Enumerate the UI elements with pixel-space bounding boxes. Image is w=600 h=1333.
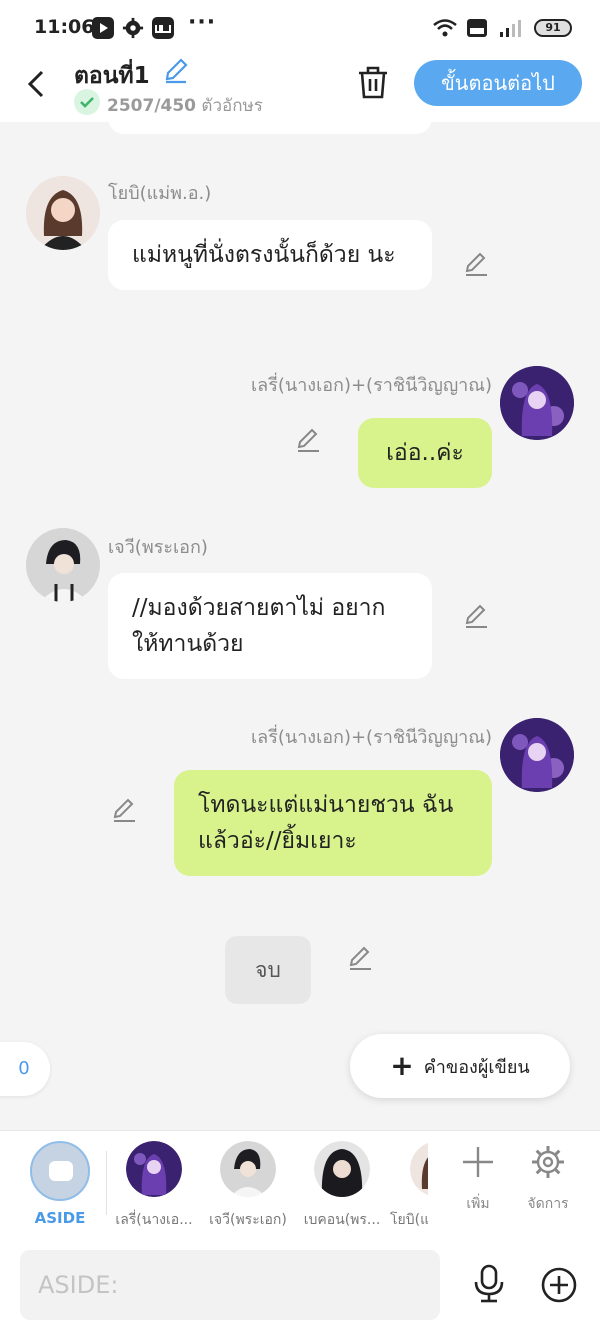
aside-label: ASIDE	[34, 1209, 86, 1227]
divider	[106, 1151, 107, 1215]
message-bubble[interactable]: โทดนะแต่แม่นายชวน ฉันแล้วอ่ะ//ยิ้มเยาะ	[174, 770, 492, 876]
avatar-leri[interactable]	[500, 366, 574, 440]
character-item-yobi[interactable]: โยบิ(แ	[390, 1141, 428, 1231]
next-step-button[interactable]: ขั้นตอนต่อไป	[414, 60, 582, 106]
signal-icon	[500, 20, 521, 37]
status-right-group: 91	[432, 18, 572, 38]
sender-name: เลรี่(นางเอก)+(ราชินีวิญญาณ)	[251, 727, 492, 748]
app-notification-icon	[152, 17, 174, 39]
character-avatar	[410, 1141, 428, 1197]
count-suffix: ตัวอักษร	[196, 96, 263, 116]
character-label: เลรี่(นางเอ...	[115, 1212, 193, 1228]
end-marker[interactable]: จบ	[225, 936, 311, 1004]
message-bubble[interactable]: //มองด้วยสายตาไม่ อยากให้ทานด้วย	[108, 573, 432, 679]
chat-area[interactable]: โยบิ(แม่พ.อ.) แม่หนูที่นั่งตรงนั้นก็ด้วย…	[0, 122, 600, 1130]
edit-message-pencil-icon[interactable]	[294, 426, 322, 454]
status-time: 11:06	[34, 16, 95, 38]
edit-end-pencil-icon[interactable]	[346, 944, 374, 972]
microphone-button[interactable]	[472, 1264, 506, 1304]
character-item-jevi[interactable]: เจวี(พระเอก)	[202, 1141, 294, 1231]
check-badge-icon	[74, 89, 100, 115]
sender-name: โยบิ(แม่พ.อ.)	[108, 183, 212, 204]
edit-title-pencil-icon[interactable]	[162, 56, 190, 84]
avatar-jevi[interactable]	[26, 528, 100, 602]
more-status-icon: ···	[188, 10, 217, 35]
message-bubble[interactable]: แม่หนูที่นั่งตรงนั้นก็ด้วย นะ	[108, 220, 432, 290]
microphone-icon	[474, 1264, 504, 1303]
gear-icon	[532, 1146, 564, 1178]
avatar-leri[interactable]	[500, 718, 574, 792]
character-avatar	[126, 1141, 182, 1197]
character-label: เบคอน(พร...	[303, 1212, 381, 1228]
edit-message-pencil-icon[interactable]	[110, 796, 138, 824]
side-count-chip[interactable]: 0	[0, 1042, 50, 1096]
character-avatar	[314, 1141, 370, 1197]
plus-icon: +	[390, 1049, 414, 1082]
character-item-bacon[interactable]: เบคอน(พร...	[296, 1141, 388, 1231]
delete-button[interactable]	[356, 64, 390, 100]
sender-name: เลรี่(นางเอก)+(ราชินีวิญญาณ)	[251, 375, 492, 396]
message-bubble[interactable]: เอ่อ..ค่ะ	[358, 418, 492, 488]
character-count: 2507/450 ตัวอักษร	[107, 92, 263, 119]
youtube-icon	[92, 17, 114, 39]
header: ตอนที่1 2507/450 ตัวอักษร ขั้นตอนต่อไป	[0, 56, 600, 122]
add-label: เพิ่ม	[466, 1196, 490, 1212]
character-bar: ASIDE เลรี่(นางเอ... เจวี(พระเอก) เบคอน(…	[0, 1130, 600, 1238]
character-item-leri[interactable]: เลรี่(นางเอ...	[108, 1141, 200, 1231]
plus-circle-icon	[541, 1267, 577, 1303]
character-label: เจวี(พระเอก)	[209, 1212, 287, 1228]
back-button[interactable]	[22, 68, 54, 100]
message-input[interactable]	[20, 1250, 440, 1320]
author-note-label: คำของผู้เขียน	[423, 1056, 530, 1078]
plus-icon	[463, 1147, 493, 1177]
add-character-button[interactable]: เพิ่ม	[448, 1145, 508, 1215]
character-label: โยบิ(แ	[390, 1212, 428, 1228]
input-bar	[0, 1238, 600, 1333]
aside-icon	[49, 1161, 73, 1181]
wifi-icon	[433, 19, 457, 37]
partial-message-bubble[interactable]	[108, 122, 432, 134]
volte-icon	[467, 19, 487, 37]
character-avatar	[220, 1141, 276, 1197]
settings-gear-status-icon	[122, 17, 144, 43]
edit-message-pencil-icon[interactable]	[462, 250, 490, 278]
trash-icon	[359, 66, 387, 99]
add-attachment-button[interactable]	[540, 1266, 578, 1304]
manage-button[interactable]: จัดการ	[518, 1145, 578, 1215]
chevron-left-icon	[27, 70, 44, 98]
sender-name: เจวี(พระเอก)	[108, 537, 208, 558]
aside-button[interactable]	[30, 1141, 90, 1201]
battery-icon: 91	[534, 19, 572, 37]
author-note-button[interactable]: + คำของผู้เขียน	[350, 1034, 570, 1098]
status-bar: 11:06 ··· 91	[0, 0, 600, 56]
count-value: 2507/450	[107, 96, 197, 116]
edit-message-pencil-icon[interactable]	[462, 602, 490, 630]
avatar-yobi[interactable]	[26, 176, 100, 250]
manage-label: จัดการ	[527, 1196, 569, 1212]
